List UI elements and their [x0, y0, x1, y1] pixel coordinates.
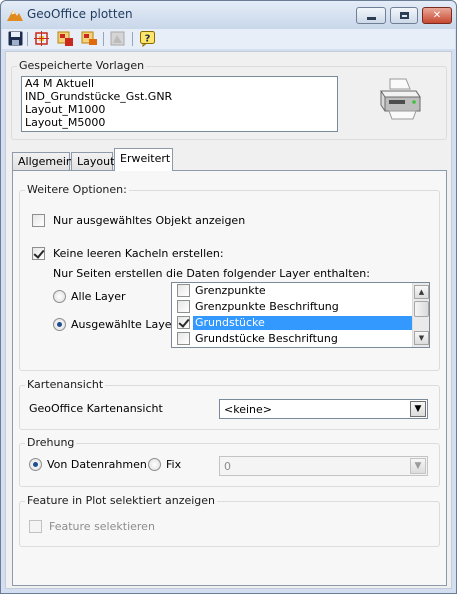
- scroll-down-icon[interactable]: ▼: [414, 331, 429, 345]
- rotation-from-frame-label: Von Datenrahmen: [47, 458, 147, 471]
- layer-item[interactable]: Grenzpunkte: [172, 283, 412, 299]
- template-item[interactable]: A4 M Aktuell: [22, 77, 337, 90]
- maximize-icon: [400, 12, 409, 19]
- templates-listbox[interactable]: A4 M Aktuell IND_Grundstücke_Gst.GNR Lay…: [21, 76, 338, 132]
- layer-label: Grundstücke Beschriftung: [195, 332, 338, 345]
- map-view-field-label: GeoOffice Kartenansicht: [29, 402, 163, 415]
- all-layers-radio[interactable]: [53, 290, 66, 303]
- window-title: GeoOffice plotten: [27, 7, 133, 21]
- toolbar-separator: [27, 32, 28, 46]
- layer-listbox[interactable]: Grenzpunkte Grenzpunkte Beschriftung Gru…: [171, 282, 430, 348]
- pages-hint-label: Nur Seiten erstellen die Daten folgender…: [53, 267, 370, 280]
- templates-group: Gespeicherte Vorlagen A4 M Aktuell IND_G…: [11, 59, 447, 140]
- print-icon[interactable]: [376, 75, 424, 121]
- minimize-button[interactable]: [356, 7, 386, 24]
- weitere-optionen-group: Weitere Optionen: Nur ausgewähltes Objek…: [19, 183, 440, 371]
- layer-item[interactable]: Grenzpunkte Beschriftung: [172, 299, 412, 315]
- only-selected-object-checkbox[interactable]: [32, 214, 45, 227]
- map-view-value: <keine>: [224, 403, 272, 416]
- layer-label: Grundstücke: [193, 316, 412, 330]
- toolbar-separator: [103, 32, 104, 46]
- tab-erweitert[interactable]: Erweitert: [114, 148, 173, 171]
- geooffice-app-icon: [7, 10, 23, 21]
- layout-remove-icon[interactable]: [81, 30, 98, 47]
- tab-page-erweitert: Weitere Optionen: Nur ausgewähltes Objek…: [12, 170, 447, 586]
- layer-checkbox[interactable]: [177, 300, 190, 313]
- no-empty-tiles-checkbox[interactable]: [32, 247, 45, 260]
- template-item[interactable]: Layout_M5000: [22, 116, 337, 129]
- select-frame-icon[interactable]: [33, 30, 50, 47]
- feature-group: Feature in Plot selektiert anzeigen Feat…: [19, 494, 440, 547]
- layer-item[interactable]: Grundstücke: [172, 315, 412, 331]
- weitere-optionen-label: Weitere Optionen:: [25, 183, 129, 196]
- layer-label: Grenzpunkte Beschriftung: [195, 300, 339, 313]
- layer-list-scrollbar[interactable]: ▲ ▼: [412, 283, 429, 347]
- minimize-icon: [367, 17, 376, 20]
- kartenansicht-label: Kartenansicht: [25, 378, 106, 391]
- rotation-fixed-label: Fix: [166, 458, 182, 471]
- selected-layers-radio[interactable]: [53, 318, 66, 331]
- template-item[interactable]: IND_Grundstücke_Gst.GNR: [22, 90, 337, 103]
- disabled-tool-icon: [110, 31, 125, 46]
- chevron-down-icon: ▼: [410, 458, 426, 474]
- feature-group-label: Feature in Plot selektiert anzeigen: [25, 494, 218, 507]
- rotation-fixed-radio[interactable]: [148, 458, 161, 471]
- rotation-value: 0: [224, 460, 231, 473]
- layer-label: Grenzpunkte: [195, 284, 266, 297]
- template-item[interactable]: Layout_M1000: [22, 103, 337, 116]
- scroll-thumb[interactable]: [414, 301, 429, 317]
- rotation-value-dropdown: 0 ▼: [219, 456, 428, 476]
- toolbar-separator: [132, 32, 133, 46]
- all-layers-label: Alle Layer: [71, 290, 126, 303]
- svg-text:?: ?: [145, 34, 151, 45]
- maximize-button[interactable]: [390, 7, 418, 24]
- selected-layers-label: Ausgewählte Layer: [71, 318, 176, 331]
- templates-group-label: Gespeicherte Vorlagen: [17, 59, 147, 72]
- drehung-group: Drehung Von Datenrahmen Fix 0 ▼: [19, 436, 440, 487]
- close-icon: ✕: [432, 10, 442, 21]
- layer-checkbox[interactable]: [177, 316, 190, 329]
- dialog-client-area: Gespeicherte Vorlagen A4 M Aktuell IND_G…: [5, 51, 452, 589]
- layer-item[interactable]: Grundstücke Beschriftung: [172, 331, 412, 347]
- title-bar[interactable]: GeoOffice plotten ✕: [1, 1, 456, 29]
- layer-checkbox[interactable]: [177, 284, 190, 297]
- save-icon[interactable]: [7, 30, 24, 47]
- feature-select-checkbox: [29, 520, 42, 533]
- layout-add-icon[interactable]: [57, 30, 74, 47]
- help-icon[interactable]: ?: [139, 30, 156, 47]
- close-button[interactable]: ✕: [422, 7, 452, 24]
- layer-checkbox[interactable]: [177, 332, 190, 345]
- feature-select-label: Feature selektieren: [49, 520, 155, 533]
- kartenansicht-group: Kartenansicht GeoOffice Kartenansicht <k…: [19, 378, 440, 430]
- toolbar: ?: [2, 29, 455, 49]
- rotation-from-frame-radio[interactable]: [29, 458, 42, 471]
- tab-layout[interactable]: Layout: [71, 152, 114, 170]
- chevron-down-icon[interactable]: ▼: [410, 401, 426, 417]
- map-view-dropdown[interactable]: <keine> ▼: [219, 399, 428, 419]
- only-selected-object-label: Nur ausgewähltes Objekt anzeigen: [53, 214, 246, 227]
- tab-allgemein[interactable]: Allgemein: [12, 152, 73, 170]
- scroll-up-icon[interactable]: ▲: [414, 285, 429, 299]
- drehung-label: Drehung: [25, 436, 77, 449]
- plot-dialog-window: GeoOffice plotten ✕ ? Gespeicherte Vorla…: [0, 0, 457, 594]
- no-empty-tiles-label: Keine leeren Kacheln erstellen:: [53, 247, 224, 260]
